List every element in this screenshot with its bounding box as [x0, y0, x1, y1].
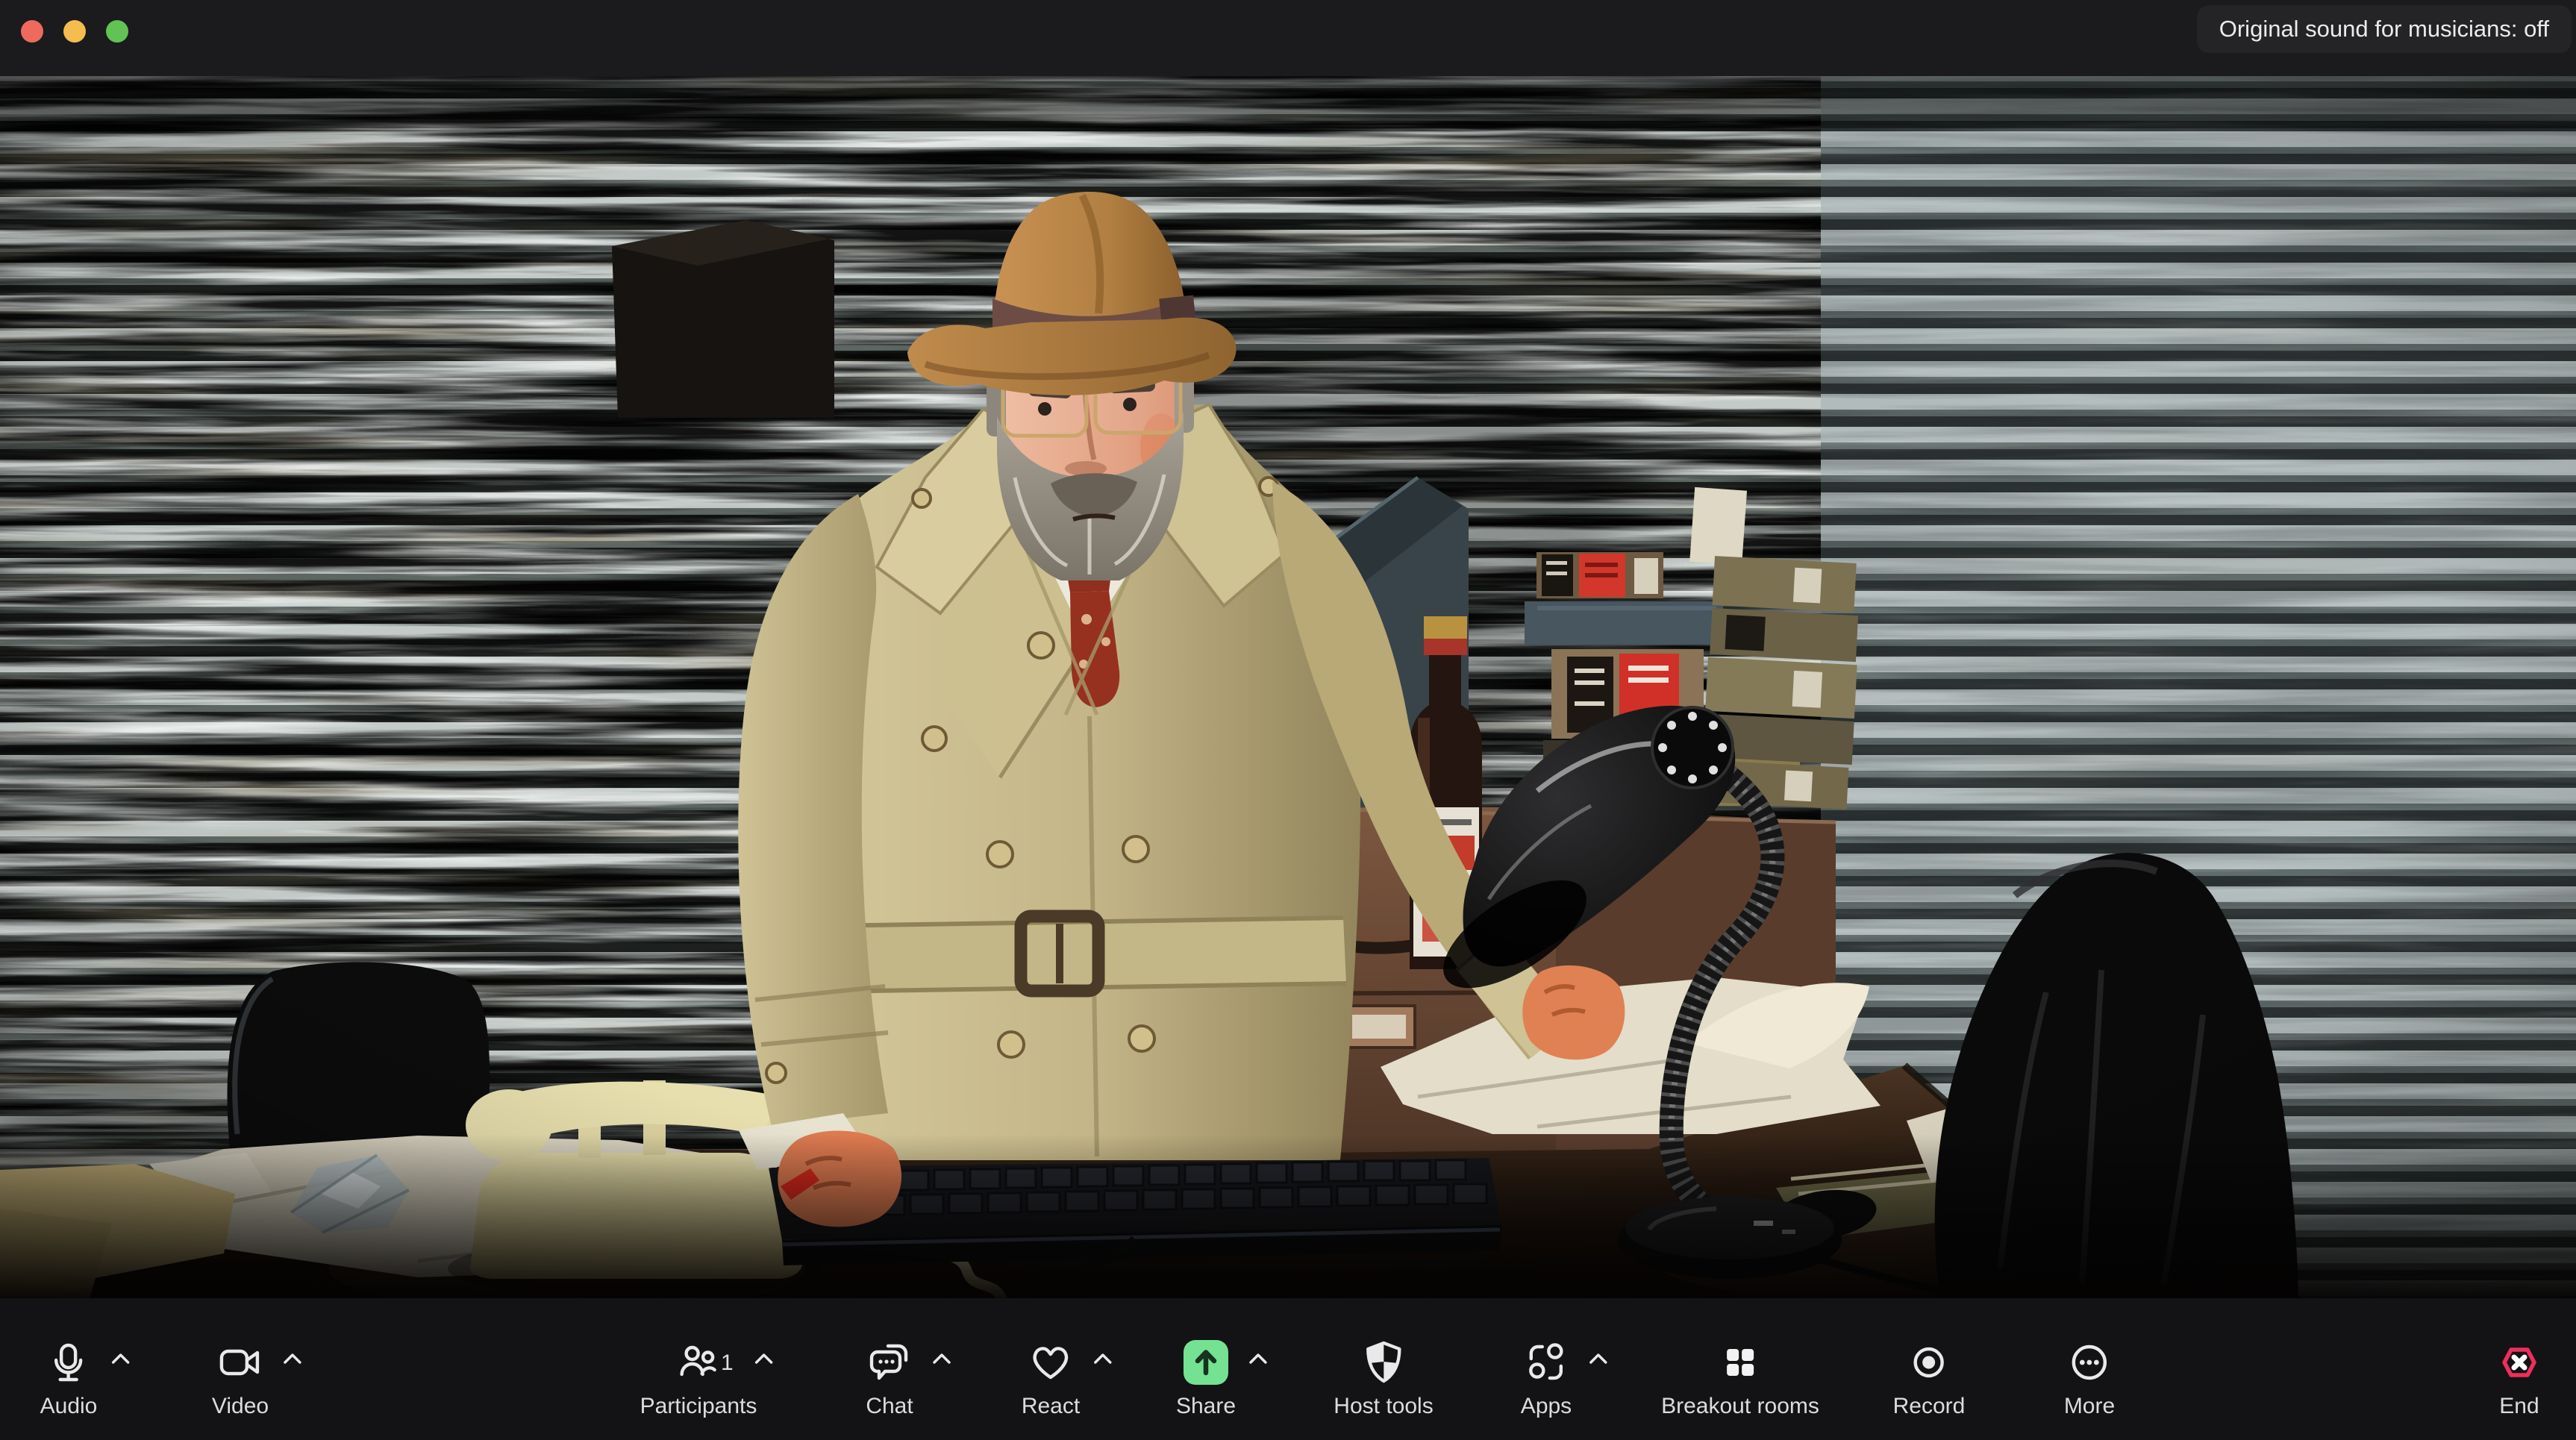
- participants-count: 1: [721, 1350, 734, 1376]
- participants-icon: [675, 1337, 722, 1388]
- meeting-toolbar: Audio Video 1 Participants Chat React Share Hos…: [0, 1298, 2576, 1440]
- toolbar-share-label: Share: [1176, 1394, 1236, 1419]
- toolbar-react-button[interactable]: React: [1022, 1298, 1080, 1440]
- toolbar-more-button[interactable]: More: [2064, 1298, 2115, 1440]
- toolbar-share-button[interactable]: Share: [1176, 1298, 1236, 1440]
- window-titlebar: Original sound for musicians: off: [0, 0, 2576, 76]
- close-window-button[interactable]: [21, 20, 43, 43]
- heart-icon: [1025, 1337, 1077, 1388]
- toolbar-record-label: Record: [1893, 1394, 1966, 1419]
- chevron-up-icon[interactable]: [931, 1350, 953, 1371]
- chevron-up-icon[interactable]: [1092, 1350, 1114, 1371]
- vignette: [0, 76, 2576, 1298]
- chevron-up-icon[interactable]: [281, 1350, 304, 1371]
- record-icon: [1905, 1337, 1953, 1388]
- toolbar-apps-button[interactable]: Apps: [1521, 1298, 1572, 1440]
- chevron-up-icon[interactable]: [753, 1350, 775, 1371]
- original-sound-status-pill[interactable]: Original sound for musicians: off: [2197, 5, 2572, 53]
- toolbar-record-button[interactable]: Record: [1893, 1298, 1966, 1440]
- toolbar-video-button[interactable]: Video: [212, 1298, 269, 1440]
- apps-icon: [1522, 1337, 1570, 1388]
- toolbar-host-tools-label: Host tools: [1334, 1394, 1433, 1419]
- chat-bubble-icon: [866, 1337, 913, 1388]
- toolbar-chat-button[interactable]: Chat: [866, 1298, 913, 1440]
- toolbar-breakout-rooms-button[interactable]: Breakout rooms: [1661, 1298, 1819, 1440]
- toolbar-react-label: React: [1022, 1394, 1080, 1419]
- video-scene: [0, 76, 2576, 1298]
- toolbar-breakout-rooms-label: Breakout rooms: [1661, 1394, 1819, 1419]
- toolbar-participants-button[interactable]: 1 Participants: [640, 1298, 757, 1440]
- toolbar-end-button[interactable]: End: [2495, 1298, 2543, 1440]
- toolbar-end-label: End: [2499, 1394, 2539, 1419]
- video-feed: [0, 76, 2576, 1298]
- breakout-grid-icon: [1716, 1337, 1764, 1388]
- toolbar-audio-label: Audio: [40, 1394, 98, 1419]
- toolbar-host-tools-button[interactable]: Host tools: [1334, 1298, 1433, 1440]
- toolbar-participants-label: Participants: [640, 1394, 757, 1419]
- minimize-window-button[interactable]: [63, 20, 86, 43]
- toolbar-video-label: Video: [212, 1394, 269, 1419]
- share-screen-icon: [1182, 1337, 1230, 1388]
- chevron-up-icon[interactable]: [1587, 1350, 1610, 1371]
- video-camera-icon: [216, 1337, 264, 1388]
- toolbar-apps-label: Apps: [1521, 1394, 1572, 1419]
- microphone-icon: [45, 1337, 93, 1388]
- toolbar-chat-label: Chat: [866, 1394, 913, 1419]
- toolbar-more-label: More: [2064, 1394, 2115, 1419]
- fullscreen-window-button[interactable]: [106, 20, 128, 43]
- chevron-up-icon[interactable]: [1247, 1350, 1269, 1371]
- chevron-up-icon[interactable]: [110, 1350, 132, 1371]
- end-call-icon: [2495, 1337, 2543, 1388]
- toolbar-audio-button[interactable]: Audio: [40, 1298, 98, 1440]
- shield-icon: [1360, 1337, 1407, 1388]
- ellipsis-icon: [2066, 1337, 2113, 1388]
